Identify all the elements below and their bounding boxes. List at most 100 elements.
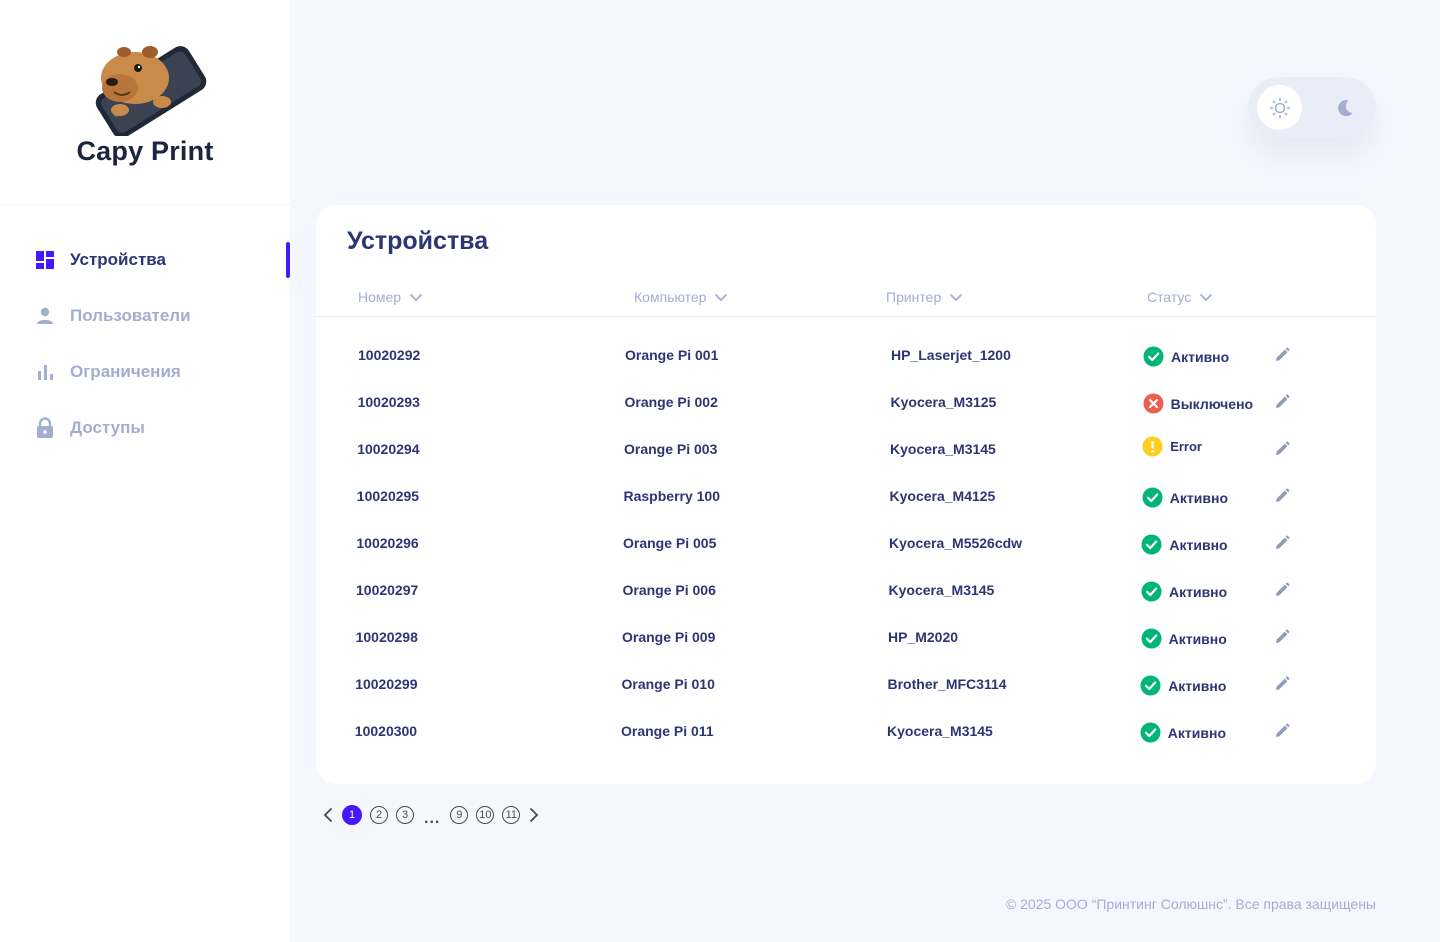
moon-icon [1337,99,1352,116]
column-header-status[interactable]: Статус [1147,289,1213,305]
cell-computer: Orange Pi 001 [625,347,719,363]
check-circle-icon [1143,346,1164,367]
page-button[interactable]: 2 [370,806,388,824]
edit-button[interactable] [1273,346,1291,364]
page-button[interactable]: 9 [450,806,469,824]
table-row: 10020298 Orange Pi 009 HP_M2020 Активно [316,615,1376,662]
sidebar-item-access[interactable]: Доступы [0,400,290,456]
cell-number: 10020293 [357,394,420,410]
pencil-icon [1276,723,1290,737]
sidebar-item-label: Ограничения [70,362,181,381]
column-header-label: Номер [358,289,402,305]
status-badge: Активно [1142,487,1228,508]
pencil-icon [1276,676,1290,690]
cell-number: 10020292 [358,347,421,363]
cell-printer: Kyocera_M3145 [887,723,993,739]
theme-toggle[interactable] [1248,77,1376,138]
pencil-icon [1276,629,1290,643]
status-label: Активно [1169,536,1228,553]
user-icon [34,305,56,327]
status-badge: Активно [1143,346,1229,367]
cell-computer: Orange Pi 009 [622,629,716,645]
next-page-button[interactable] [524,803,544,827]
capybara-logo [95,46,207,136]
status-label: Активно [1168,677,1227,694]
column-header-computer[interactable]: Компьютер [634,289,728,305]
chevron-right-icon [530,808,539,822]
table-row: 10020300 Orange Pi 011 Kyocera_M3145 Акт… [316,709,1376,756]
page-button[interactable]: 3 [396,806,414,824]
edit-button[interactable] [1273,440,1291,458]
column-header-label: Статус [1147,289,1192,305]
page-button[interactable]: 10 [476,806,495,824]
check-circle-icon [1141,628,1162,649]
table-row: 10020293 Orange Pi 002 Kyocera_M3125 Вык… [316,380,1376,427]
cell-printer: HP_Laserjet_1200 [891,347,1011,363]
cell-number: 10020295 [356,488,420,504]
check-circle-icon [1140,722,1161,743]
status-badge: Выключено [1143,393,1253,414]
column-header-printer[interactable]: Принтер [886,289,963,305]
cell-printer: Kyocera_M5526cdw [889,535,1023,551]
cell-printer: Kyocera_M3145 [890,441,996,457]
dashboard-icon [34,249,56,271]
sidebar-item-limits[interactable]: Ограничения [0,344,290,400]
status-badge: Активно [1140,675,1226,696]
cell-computer: Orange Pi 011 [621,723,714,739]
status-label: Активно [1169,583,1228,600]
edit-button[interactable] [1273,581,1291,599]
table-row: 10020299 Orange Pi 010 Brother_MFC3114 А… [316,662,1376,709]
cell-computer: Orange Pi 010 [621,676,715,692]
table-header: Номер Компьютер Принтер Статус [316,289,1376,317]
status-badge: Активно [1140,722,1226,743]
dark-mode-button[interactable] [1322,85,1367,130]
edit-button[interactable] [1273,534,1291,552]
pencil-icon [1276,582,1290,596]
table-row: 10020296 Orange Pi 005 Kyocera_M5526cdw … [316,521,1376,568]
sidebar-item-users[interactable]: Пользователи [0,288,290,344]
sidebar-item-label: Пользователи [70,306,191,325]
lock-icon [34,417,56,439]
devices-card: Устройства Номер Компьютер Принтер Стату… [316,205,1376,784]
pencil-icon [1276,488,1290,502]
table-row: 10020292 Orange Pi 001 HP_Laserjet_1200 … [316,333,1376,380]
table-row: 10020294 Orange Pi 003 Kyocera_M3145 Err… [316,427,1376,474]
status-badge: Активно [1141,628,1227,649]
edit-button[interactable] [1273,487,1291,505]
brand-name: Capy Print [76,136,214,166]
status-badge: Активно [1141,581,1227,602]
cell-printer: Kyocera_M4125 [889,488,996,504]
check-circle-icon [1141,534,1162,555]
warning-circle-icon [1142,436,1163,457]
pencil-icon [1276,535,1290,549]
chevron-down-icon [949,290,963,304]
edit-button[interactable] [1273,722,1291,740]
cell-number: 10020296 [356,535,419,551]
brand: Capy Print [0,0,290,205]
chevron-down-icon [409,290,423,304]
table-row: 10020297 Orange Pi 006 Kyocera_M3145 Акт… [316,568,1376,615]
prev-page-button[interactable] [318,803,338,827]
column-header-number[interactable]: Номер [358,289,423,305]
cell-number: 10020300 [354,723,418,739]
page-button[interactable]: 1 [342,805,362,825]
edit-button[interactable] [1273,675,1291,693]
page-button[interactable]: 11 [502,806,521,824]
edit-button[interactable] [1273,628,1291,646]
cell-number: 10020298 [355,629,418,645]
cell-computer: Raspberry 100 [623,488,721,504]
cell-computer: Orange Pi 003 [624,441,718,457]
edit-button[interactable] [1273,393,1291,411]
light-mode-button[interactable] [1257,85,1302,130]
column-header-label: Принтер [886,289,942,305]
pencil-icon [1276,441,1290,455]
chevron-down-icon [1199,290,1213,304]
bar-chart-icon [34,361,56,383]
chevron-down-icon [714,290,728,304]
cell-number: 10020299 [355,676,418,692]
sun-icon [1269,97,1290,118]
sidebar-item-devices[interactable]: Устройства [0,232,290,288]
cell-printer: HP_M2020 [888,629,959,645]
x-circle-icon [1143,393,1164,414]
pencil-icon [1276,347,1290,361]
